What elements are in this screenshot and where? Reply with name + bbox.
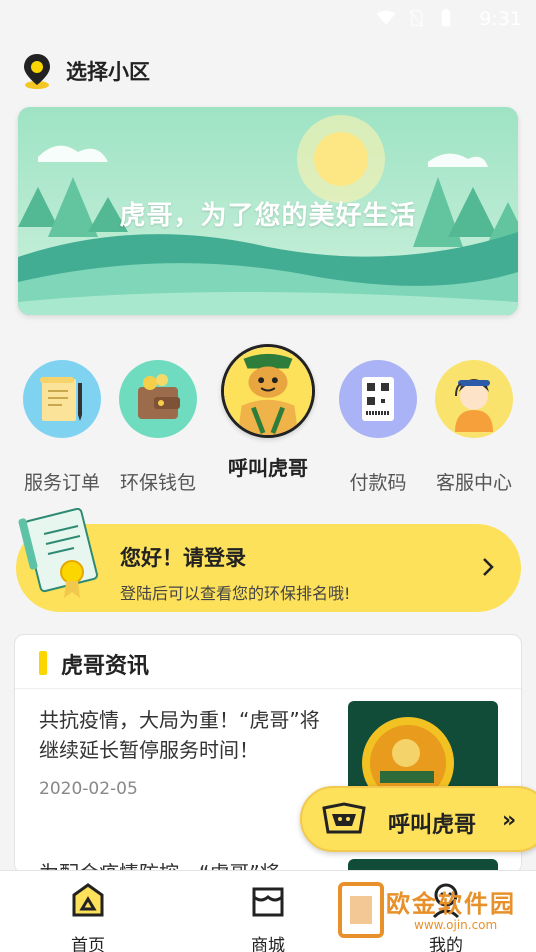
- community-selector[interactable]: 选择小区: [20, 52, 150, 90]
- quick-action-customer-service[interactable]: 客服中心: [424, 360, 524, 495]
- call-tiger-floating-button[interactable]: 呼叫虎哥 »: [300, 786, 536, 852]
- qr-code-icon: [339, 360, 417, 438]
- quick-action-service-order[interactable]: 服务订单: [12, 360, 112, 495]
- tab-home[interactable]: 首页: [38, 881, 138, 952]
- news-section-title: 虎哥资讯: [61, 654, 150, 679]
- home-banner[interactable]: 虎哥，为了您的美好生活: [18, 107, 518, 315]
- chevron-right-icon: [483, 558, 494, 576]
- status-bar: 9:31: [0, 0, 536, 38]
- login-prompt-card[interactable]: 您好！请登录 登陆后可以查看您的环保排名哦!: [16, 508, 521, 612]
- home-icon: [72, 883, 104, 917]
- no-sim-icon: [408, 9, 424, 27]
- quick-action-label: 服务订单: [23, 472, 100, 494]
- news-section-header: 虎哥资讯: [15, 635, 521, 689]
- tiger-mascot-icon: [221, 344, 315, 438]
- location-pin-icon: [24, 54, 50, 89]
- quick-action-payment-code[interactable]: 付款码: [328, 360, 428, 495]
- service-order-icon: [23, 360, 101, 438]
- site-watermark: 欧金软件园 www.ojin.com: [334, 878, 530, 944]
- wifi-icon: [376, 10, 396, 25]
- customer-service-icon: [435, 360, 513, 438]
- wallet-icon: [119, 360, 197, 438]
- login-subtitle: 登陆后可以查看您的环保排名哦!: [120, 584, 351, 603]
- watermark-logo-icon: [338, 882, 384, 938]
- battery-icon: [441, 8, 451, 27]
- status-time: 9:31: [479, 8, 522, 30]
- news-item-title: 共抗疫情，大局为重！“虎哥”将继续延长暂停服务时间！: [39, 708, 320, 762]
- document-certificate-icon: [18, 508, 98, 598]
- banner-slogan: 虎哥，为了您的美好生活: [119, 201, 417, 231]
- news-item-date: 2020-02-05: [39, 779, 138, 799]
- status-icons: [376, 8, 456, 28]
- quick-action-wallet[interactable]: 环保钱包: [108, 360, 208, 495]
- store-icon: [252, 887, 284, 917]
- news-item[interactable]: 共抗疫情，大局为重！“虎哥”将继续延长暂停服务时间！ 2020-02-05: [39, 705, 329, 799]
- tab-mall[interactable]: 商城: [218, 881, 318, 952]
- quick-action-label: 付款码: [349, 472, 407, 494]
- section-accent-bar: [39, 651, 47, 675]
- tab-label: 首页: [71, 936, 105, 952]
- quick-action-call-tiger[interactable]: 呼叫虎哥: [218, 344, 318, 481]
- call-tiger-label: 呼叫虎哥: [388, 813, 477, 838]
- quick-actions: 服务订单 环保钱包 呼叫虎哥 付款码 客服中心: [0, 340, 536, 500]
- tab-label: 商城: [251, 936, 285, 952]
- watermark-url: www.ojin.com: [414, 918, 498, 932]
- quick-action-label: 环保钱包: [119, 472, 196, 494]
- login-title: 您好！请登录: [120, 546, 246, 570]
- double-chevron-right-icon: »: [502, 808, 516, 833]
- community-selector-label: 选择小区: [66, 60, 150, 84]
- quick-action-label: 呼叫虎哥: [228, 456, 308, 480]
- tiger-badge-icon: [322, 802, 366, 834]
- watermark-text: 欧金软件园: [386, 890, 516, 918]
- quick-action-label: 客服中心: [435, 472, 512, 494]
